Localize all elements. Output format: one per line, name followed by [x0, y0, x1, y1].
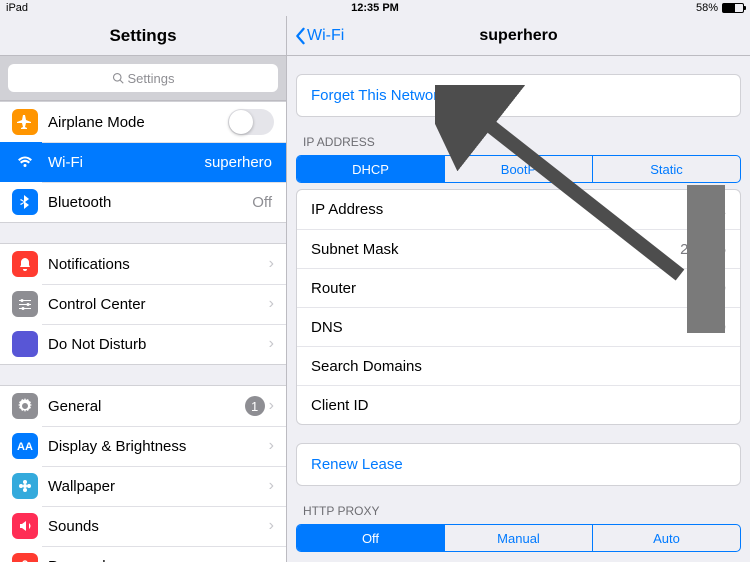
ip-section-header: IP ADDRESS [287, 117, 750, 155]
chevron-right-icon: › [269, 295, 274, 313]
sidebar-item-notifications[interactable]: Notifications› [0, 244, 286, 284]
detail-pane: Wi-Fi superhero Forget This Network IP A… [287, 16, 750, 562]
sidebar-item-label: Display & Brightness [48, 438, 269, 455]
bluetooth-icon [12, 189, 38, 215]
ip-seg-static[interactable]: Static [592, 156, 740, 182]
ip-mode-segmented[interactable]: DHCPBootPStatic [296, 155, 741, 183]
wifi-value: superhero [204, 154, 272, 171]
chevron-right-icon: › [269, 437, 274, 455]
proxy-seg-manual[interactable]: Manual [444, 525, 592, 551]
general-badge: 1 [245, 396, 265, 416]
sliders-icon [12, 291, 38, 317]
ip-details: IP Address192Subnet Mask255.25Router19DN… [296, 189, 741, 425]
sidebar-item-passcode[interactable]: Passcode› [0, 546, 286, 562]
chevron-right-icon: › [269, 255, 274, 273]
chevron-right-icon: › [269, 477, 274, 495]
forget-network-button[interactable]: Forget This Network [296, 74, 741, 117]
svg-text:AA: AA [17, 441, 33, 453]
chevron-left-icon [293, 27, 307, 45]
detail-title: superhero [287, 27, 750, 45]
gear-icon [12, 393, 38, 419]
chevron-right-icon: › [269, 557, 274, 562]
proxy-seg-off[interactable]: Off [297, 525, 444, 551]
wifi-icon [12, 149, 38, 175]
search-input[interactable]: Settings [8, 64, 278, 92]
battery-icon [722, 3, 744, 13]
ip-seg-dhcp[interactable]: DHCP [297, 156, 444, 182]
sidebar-title: Settings [0, 16, 286, 56]
sidebar-item-general[interactable]: General1› [0, 386, 286, 426]
sidebar-item-sounds[interactable]: Sounds› [0, 506, 286, 546]
sidebar-item-label: Bluetooth [48, 194, 252, 211]
moon-icon [12, 331, 38, 357]
ip-row-ip-address[interactable]: IP Address192 [297, 190, 740, 229]
detail-scroll[interactable]: Forget This Network IP ADDRESS DHCPBootP… [287, 56, 750, 562]
sidebar-item-bluetooth[interactable]: BluetoothOff [0, 182, 286, 222]
renew-lease-button[interactable]: Renew Lease [296, 443, 741, 486]
ip-row-router[interactable]: Router19 [297, 268, 740, 307]
sidebar-item-label: Passcode [48, 558, 269, 562]
ip-row-subnet-mask[interactable]: Subnet Mask255.25 [297, 229, 740, 268]
ip-row-search-domains[interactable]: Search Domains [297, 346, 740, 385]
sidebar-item-wifi[interactable]: Wi-Fisuperhero [0, 142, 286, 182]
sidebar-item-label: Wallpaper [48, 478, 269, 495]
aa-icon: AA [12, 433, 38, 459]
sidebar: Settings Settings Airplane Mode Wi-Fisupe… [0, 16, 287, 562]
airplane-switch[interactable] [228, 109, 274, 135]
sidebar-item-airplane[interactable]: Airplane Mode [0, 102, 286, 142]
proxy-section-header: HTTP PROXY [287, 486, 750, 524]
proxy-seg-auto[interactable]: Auto [592, 525, 740, 551]
annotation-box [687, 185, 725, 333]
lock-icon [12, 553, 38, 562]
chevron-right-icon: › [269, 335, 274, 353]
sidebar-item-display[interactable]: AA Display & Brightness› [0, 426, 286, 466]
airplane-icon [12, 109, 38, 135]
sidebar-item-label: Airplane Mode [48, 114, 228, 131]
sidebar-item-controlcenter[interactable]: Control Center› [0, 284, 286, 324]
sidebar-item-label: Notifications [48, 256, 269, 273]
sidebar-item-wallpaper[interactable]: Wallpaper› [0, 466, 286, 506]
clock: 12:35 PM [0, 2, 750, 14]
sidebar-item-label: Sounds [48, 518, 269, 535]
back-button[interactable]: Wi-Fi [293, 27, 344, 45]
sidebar-item-label: General [48, 398, 245, 415]
bell-icon [12, 251, 38, 277]
chevron-right-icon: › [269, 517, 274, 535]
ip-seg-bootp[interactable]: BootP [444, 156, 592, 182]
ip-row-dns[interactable]: DNS19 [297, 307, 740, 346]
sidebar-item-label: Wi-Fi [48, 154, 204, 171]
search-icon [112, 72, 124, 84]
sidebar-item-dnd[interactable]: Do Not Disturb› [0, 324, 286, 364]
proxy-mode-segmented[interactable]: OffManualAuto [296, 524, 741, 552]
flower-icon [12, 473, 38, 499]
status-bar: iPad 12:35 PM 58% [0, 0, 750, 16]
sidebar-item-label: Control Center [48, 296, 269, 313]
speaker-icon [12, 513, 38, 539]
sidebar-item-label: Do Not Disturb [48, 336, 269, 353]
ip-row-client-id[interactable]: Client ID [297, 385, 740, 424]
bluetooth-value: Off [252, 194, 272, 211]
chevron-right-icon: › [269, 397, 274, 415]
